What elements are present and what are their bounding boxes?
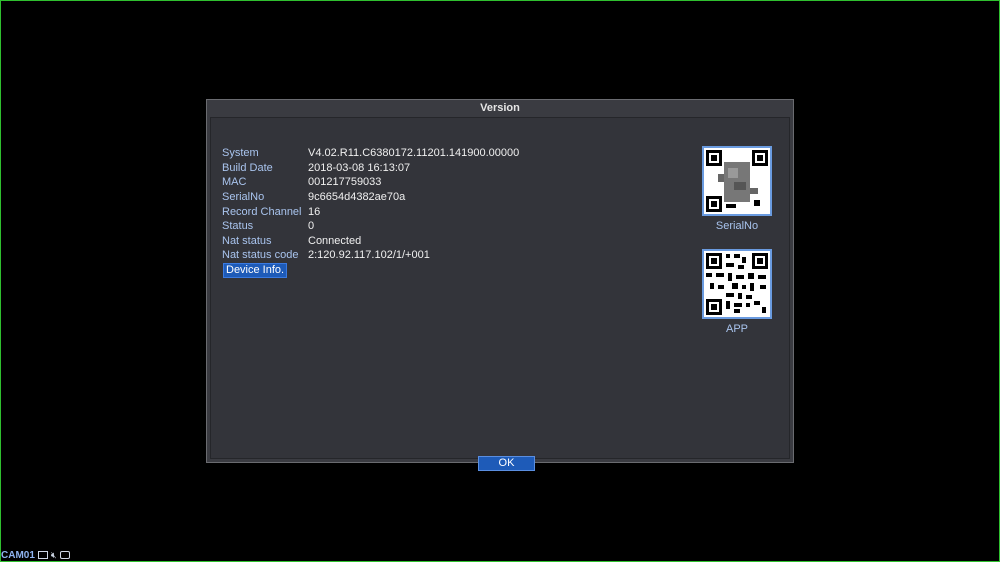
info-value: V4.02.R11.C6380172.11201.141900.00000 [308,147,520,160]
info-row-status: Status 0 [222,219,519,234]
dialog-body: System V4.02.R11.C6380172.11201.141900.0… [210,117,790,471]
camera-label: CAM01 [1,549,35,561]
version-info-table: System V4.02.R11.C6380172.11201.141900.0… [222,146,519,263]
ok-button[interactable]: OK [478,456,535,471]
qr-pattern-app [706,253,768,315]
version-dialog: Version System V4.02.R11.C6380172.11201.… [206,99,794,471]
motion-icon [59,551,70,559]
mute-speaker-icon: 🔇︎ [50,550,57,560]
info-value: 2018-03-08 16:13:07 [308,161,411,174]
info-value: 16 [308,205,321,218]
app-qr-caption: APP [725,323,748,335]
qr-pattern-serial [706,150,768,212]
info-row-build-date: Build Date 2018-03-08 16:13:07 [222,161,519,176]
camera-status-bar: CAM01 🔇︎ [1,549,70,561]
info-row-record-channel: Record Channel 16 [222,204,519,219]
info-value: Connected [308,234,362,247]
info-value: 9c6654d4382ae70a [308,191,406,204]
info-label: SerialNo [222,191,265,204]
app-qr-code [702,249,772,319]
device-info-button[interactable]: Device Info. [223,263,288,278]
info-row-serialno: SerialNo 9c6654d4382ae70a [222,190,519,205]
info-label: Nat status [222,234,272,247]
info-label: Nat status code [222,249,299,262]
serialno-qr-code [702,146,772,216]
info-label: Record Channel [222,205,302,218]
info-row-nat-status-code: Nat status code 2:120.92.117.102/1/+001 [222,248,519,263]
dialog-title: Version [480,102,520,114]
info-value: 0 [308,220,315,233]
serialno-qr-caption: SerialNo [715,220,759,232]
info-label: MAC [222,176,247,189]
info-value: 001217759033 [308,176,382,189]
info-row-nat-status: Nat status Connected [222,234,519,249]
info-label: Build Date [222,161,273,174]
info-label: Status [222,220,254,233]
info-label: System [222,147,259,160]
record-icon [37,551,48,559]
info-row-system: System V4.02.R11.C6380172.11201.141900.0… [222,146,519,161]
info-row-mac: MAC 001217759033 [222,175,519,190]
info-value: 2:120.92.117.102/1/+001 [308,249,430,262]
